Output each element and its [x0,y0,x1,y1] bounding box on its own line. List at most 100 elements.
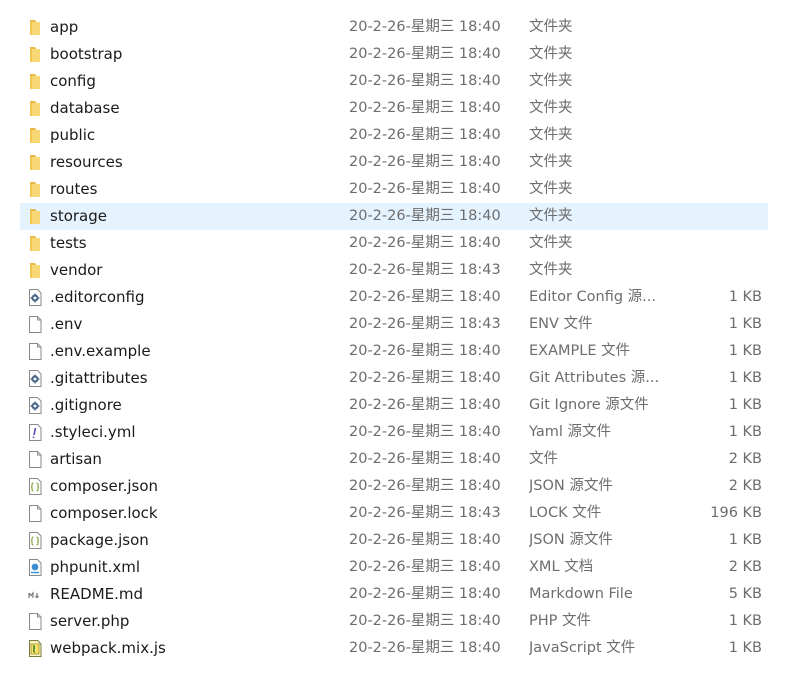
file-date-modified: 20-2-26-星期三 18:40 [349,46,501,62]
file-name: composer.json [50,477,159,495]
file-size: 1 KB [728,613,762,629]
file-size: 1 KB [728,424,762,440]
file-name: config [50,72,96,90]
file-type: 文件夹 [529,19,573,35]
xml-file-icon [26,558,44,577]
file-date-modified: 20-2-26-星期三 18:43 [349,262,501,278]
file-row-vendor[interactable]: vendor 20-2-26-星期三 18:43 文件夹 [20,257,768,284]
file-name: app [50,18,79,36]
file-name: .env.example [50,342,151,360]
file-name: README.md [50,585,144,603]
file-type: JSON 源文件 [529,478,613,494]
file-date-modified: 20-2-26-星期三 18:40 [349,478,501,494]
settings-file-icon [26,288,44,307]
file-date-modified: 20-2-26-星期三 18:40 [349,613,501,629]
file-date-modified: 20-2-26-星期三 18:40 [349,100,501,116]
file-type: Yaml 源文件 [529,424,612,440]
blank-file-icon [26,612,44,631]
file-row-env[interactable]: .env 20-2-26-星期三 18:43 ENV 文件 1 KB [20,311,768,338]
file-name: webpack.mix.js [50,639,166,657]
settings-file-icon [26,369,44,388]
file-date-modified: 20-2-26-星期三 18:40 [349,289,501,305]
file-row-composer-json[interactable]: composer.json 20-2-26-星期三 18:40 JSON 源文件 2 … [20,473,768,500]
settings-file-icon [26,396,44,415]
markdown-file-icon [26,585,44,604]
file-date-modified: 20-2-26-星期三 18:40 [349,370,501,386]
file-type: Git Attributes 源... [529,370,660,386]
file-type: PHP 文件 [529,613,592,629]
file-date-modified: 20-2-26-星期三 18:40 [349,19,501,35]
file-name: package.json [50,531,149,549]
json-file-icon [26,531,44,550]
file-date-modified: 20-2-26-星期三 18:40 [349,397,501,413]
folder-icon [26,261,44,280]
file-row-storage[interactable]: storage 20-2-26-星期三 18:40 文件夹 [20,203,768,230]
file-type: 文件夹 [529,73,573,89]
file-row-app[interactable]: app 20-2-26-星期三 18:40 文件夹 [20,14,768,41]
file-name: .gitignore [50,396,122,414]
file-row-resources[interactable]: resources 20-2-26-星期三 18:40 文件夹 [20,149,768,176]
file-row-editorconfig[interactable]: .editorconfig 20-2-26-星期三 18:40 Editor Con… [20,284,768,311]
file-size: 196 KB [710,505,762,521]
file-name: database [50,99,120,117]
folder-icon [26,126,44,145]
blank-file-icon [26,342,44,361]
file-row-package-json[interactable]: package.json 20-2-26-星期三 18:40 JSON 源文件 1 K… [20,527,768,554]
file-row-composer-lock[interactable]: composer.lock 20-2-26-星期三 18:43 LOCK 文件 196… [20,500,768,527]
folder-icon [26,99,44,118]
file-size: 1 KB [728,343,762,359]
folder-icon [26,45,44,64]
file-row-phpunit-xml[interactable]: phpunit.xml 20-2-26-星期三 18:40 XML 文档 2 KB [20,554,768,581]
file-row-routes[interactable]: routes 20-2-26-星期三 18:40 文件夹 [20,176,768,203]
file-type: XML 文档 [529,559,594,575]
file-date-modified: 20-2-26-星期三 18:40 [349,208,501,224]
file-type: 文件夹 [529,181,573,197]
file-row-gitignore[interactable]: .gitignore 20-2-26-星期三 18:40 Git Ignore 源文… [20,392,768,419]
file-size: 1 KB [728,640,762,656]
folder-icon [26,153,44,172]
javascript-file-icon [26,639,44,658]
file-row-tests[interactable]: tests 20-2-26-星期三 18:40 文件夹 [20,230,768,257]
folder-icon [26,207,44,226]
file-name: vendor [50,261,103,279]
file-row-gitattributes[interactable]: .gitattributes 20-2-26-星期三 18:40 Git Attri… [20,365,768,392]
file-row-styleci-yml[interactable]: .styleci.yml 20-2-26-星期三 18:40 Yaml 源文件 1 K… [20,419,768,446]
file-type: 文件夹 [529,235,573,251]
file-row-server-php[interactable]: server.php 20-2-26-星期三 18:40 PHP 文件 1 KB [20,608,768,635]
file-name: composer.lock [50,504,158,522]
file-row-bootstrap[interactable]: bootstrap 20-2-26-星期三 18:40 文件夹 [20,41,768,68]
file-row-public[interactable]: public 20-2-26-星期三 18:40 文件夹 [20,122,768,149]
file-type: Editor Config 源... [529,289,656,305]
file-name: artisan [50,450,102,468]
file-size: 1 KB [728,289,762,305]
file-date-modified: 20-2-26-星期三 18:43 [349,505,501,521]
file-type: 文件夹 [529,262,573,278]
folder-icon [26,234,44,253]
file-size: 1 KB [728,397,762,413]
file-row-readme-md[interactable]: README.md 20-2-26-星期三 18:40 Markdown File 5… [20,581,768,608]
file-date-modified: 20-2-26-星期三 18:40 [349,532,501,548]
file-row-env-example[interactable]: .env.example 20-2-26-星期三 18:40 EXAMPLE 文件 1… [20,338,768,365]
file-type: Markdown File [529,586,633,602]
file-size: 1 KB [728,316,762,332]
file-type: EXAMPLE 文件 [529,343,631,359]
folder-icon [26,180,44,199]
file-name: server.php [50,612,130,630]
file-name: routes [50,180,98,198]
file-type: JavaScript 文件 [529,640,636,656]
file-row-webpack-mix-js[interactable]: webpack.mix.js 20-2-26-星期三 18:40 JavaScrip… [20,635,768,662]
file-name: bootstrap [50,45,123,63]
json-file-icon [26,477,44,496]
file-type: 文件 [529,451,558,467]
file-date-modified: 20-2-26-星期三 18:40 [349,424,501,440]
file-row-config[interactable]: config 20-2-26-星期三 18:40 文件夹 [20,68,768,95]
file-row-database[interactable]: database 20-2-26-星期三 18:40 文件夹 [20,95,768,122]
file-date-modified: 20-2-26-星期三 18:40 [349,343,501,359]
file-date-modified: 20-2-26-星期三 18:40 [349,154,501,170]
file-name: phpunit.xml [50,558,141,576]
file-name: resources [50,153,123,171]
file-type: 文件夹 [529,46,573,62]
file-type: Git Ignore 源文件 [529,397,649,413]
file-row-artisan[interactable]: artisan 20-2-26-星期三 18:40 文件 2 KB [20,446,768,473]
file-size: 2 KB [728,478,762,494]
